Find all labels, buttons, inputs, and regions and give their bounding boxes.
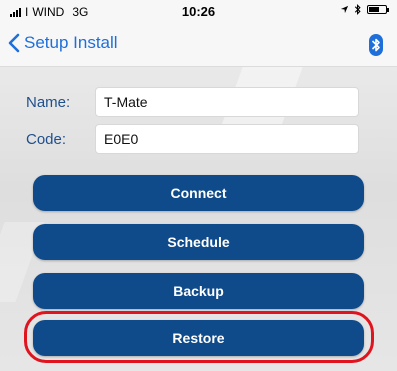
navigation-bar: Setup Install xyxy=(0,24,397,67)
back-button[interactable]: Setup Install xyxy=(8,33,118,53)
bluetooth-icon[interactable] xyxy=(369,34,383,56)
code-field[interactable]: E0E0 xyxy=(95,124,359,154)
schedule-button[interactable]: Schedule xyxy=(33,224,364,260)
chevron-left-icon xyxy=(8,33,20,53)
status-right xyxy=(340,4,389,15)
back-button-label: Setup Install xyxy=(24,33,118,52)
status-bar: I WIND 3G 10:26 xyxy=(0,0,397,24)
code-row: Code: E0E0 xyxy=(0,124,397,156)
battery-icon xyxy=(367,5,389,14)
backup-button[interactable]: Backup xyxy=(33,273,364,309)
code-label: Code: xyxy=(26,131,67,148)
name-field[interactable]: T-Mate xyxy=(95,87,359,117)
restore-highlight-ring xyxy=(24,311,374,363)
name-row: Name: T-Mate xyxy=(0,87,397,119)
connect-button[interactable]: Connect xyxy=(33,175,364,211)
status-time: 10:26 xyxy=(181,4,216,19)
name-label: Name: xyxy=(26,94,71,111)
location-icon xyxy=(340,5,349,14)
bluetooth-status-icon xyxy=(354,4,361,15)
